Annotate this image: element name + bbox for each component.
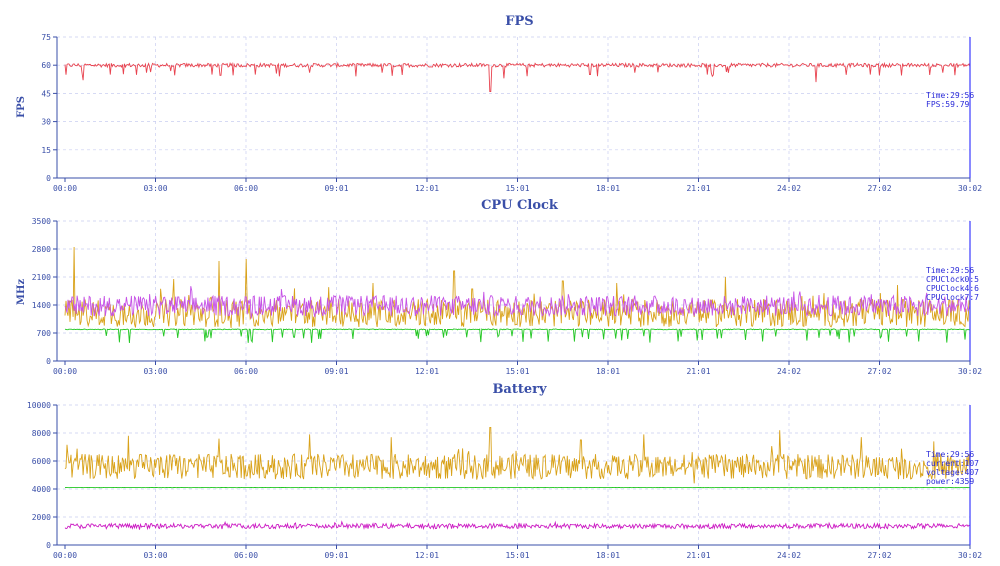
x-tick-label-1: 30:02	[958, 367, 982, 376]
x-tick-label-1: 27:02	[867, 367, 891, 376]
x-tick-label-2: 06:00	[234, 551, 258, 560]
x-tick-label-0: 00:00	[53, 184, 77, 193]
y-tick-label-0: 30	[41, 118, 51, 127]
x-tick-label-2: 21:01	[686, 551, 710, 560]
y-tick-label-2: 6000	[32, 457, 51, 466]
x-tick-label-1: 06:00	[234, 367, 258, 376]
y-tick-label-2: 0	[46, 541, 51, 550]
y-tick-label-0: 60	[41, 61, 51, 70]
x-tick-label-2: 15:01	[505, 551, 529, 560]
x-tick-label-2: 27:02	[867, 551, 891, 560]
y-tick-label-1: 2800	[32, 245, 51, 254]
y-tick-label-0: 45	[41, 89, 51, 98]
y-tick-label-1: 700	[37, 329, 52, 338]
y-tick-label-2: 2000	[32, 513, 51, 522]
y-tick-label-2: 8000	[32, 429, 51, 438]
cursor-readout-1: CPUClock7:7	[926, 293, 979, 302]
y-axis-label-0: FPS	[16, 96, 27, 118]
x-tick-label-0: 24:02	[777, 184, 801, 193]
y-tick-label-0: 75	[41, 33, 51, 42]
x-tick-label-2: 09:01	[324, 551, 348, 560]
cursor-readout-1: CPUClock0:5	[926, 275, 979, 284]
x-tick-label-0: 18:01	[596, 184, 620, 193]
x-tick-label-1: 12:01	[415, 367, 439, 376]
x-tick-label-2: 30:02	[958, 551, 982, 560]
y-tick-label-1: 3500	[32, 217, 51, 226]
cursor-readout-0: Time:29:56	[926, 91, 974, 100]
x-tick-label-0: 15:01	[505, 184, 529, 193]
x-tick-label-0: 21:01	[686, 184, 710, 193]
cursor-readout-2: Time:29:56	[926, 450, 974, 459]
x-tick-label-0: 06:00	[234, 184, 258, 193]
cursor-readout-1: Time:29:56	[926, 266, 974, 275]
chart-title-2: Battery	[492, 382, 547, 397]
cursor-readout-2: power:4359	[926, 477, 974, 486]
y-tick-label-1: 0	[46, 357, 51, 366]
x-tick-label-0: 09:01	[324, 184, 348, 193]
chart-title-1: CPU Clock	[481, 198, 559, 213]
cursor-readout-0: FPS:59.79	[926, 100, 970, 109]
x-tick-label-0: 30:02	[958, 184, 982, 193]
x-tick-label-0: 12:01	[415, 184, 439, 193]
cursor-readout-1: CPUClock4:6	[926, 284, 979, 293]
performance-charts: FPSFPS7560453015000:00 03:00 06:00 09:01 12:…	[16, 14, 982, 560]
y-tick-label-0: 0	[46, 174, 51, 183]
y-axis-label-1: MHz	[16, 279, 27, 306]
y-tick-label-2: 10000	[27, 401, 51, 410]
y-tick-label-1: 1400	[32, 301, 51, 310]
x-tick-label-1: 21:01	[686, 367, 710, 376]
x-tick-label-1: 18:01	[596, 367, 620, 376]
x-tick-label-1: 09:01	[324, 367, 348, 376]
y-tick-label-1: 2100	[32, 273, 51, 282]
chart-title-0: FPS	[505, 14, 533, 29]
x-tick-label-2: 24:02	[777, 551, 801, 560]
y-tick-label-2: 4000	[32, 485, 51, 494]
cursor-readout-2: voltage:407	[926, 468, 979, 477]
x-tick-label-1: 24:02	[777, 367, 801, 376]
x-tick-label-1: 15:01	[505, 367, 529, 376]
x-tick-label-2: 12:01	[415, 551, 439, 560]
x-tick-label-0: 27:02	[867, 184, 891, 193]
x-tick-label-1: 03:00	[143, 367, 167, 376]
x-tick-label-2: 00:00	[53, 551, 77, 560]
x-tick-label-1: 00:00	[53, 367, 77, 376]
x-tick-label-2: 18:01	[596, 551, 620, 560]
x-tick-label-2: 03:00	[143, 551, 167, 560]
x-tick-label-0: 03:00	[143, 184, 167, 193]
cursor-readout-2: current:107	[926, 459, 979, 468]
y-tick-label-0: 15	[41, 146, 51, 155]
